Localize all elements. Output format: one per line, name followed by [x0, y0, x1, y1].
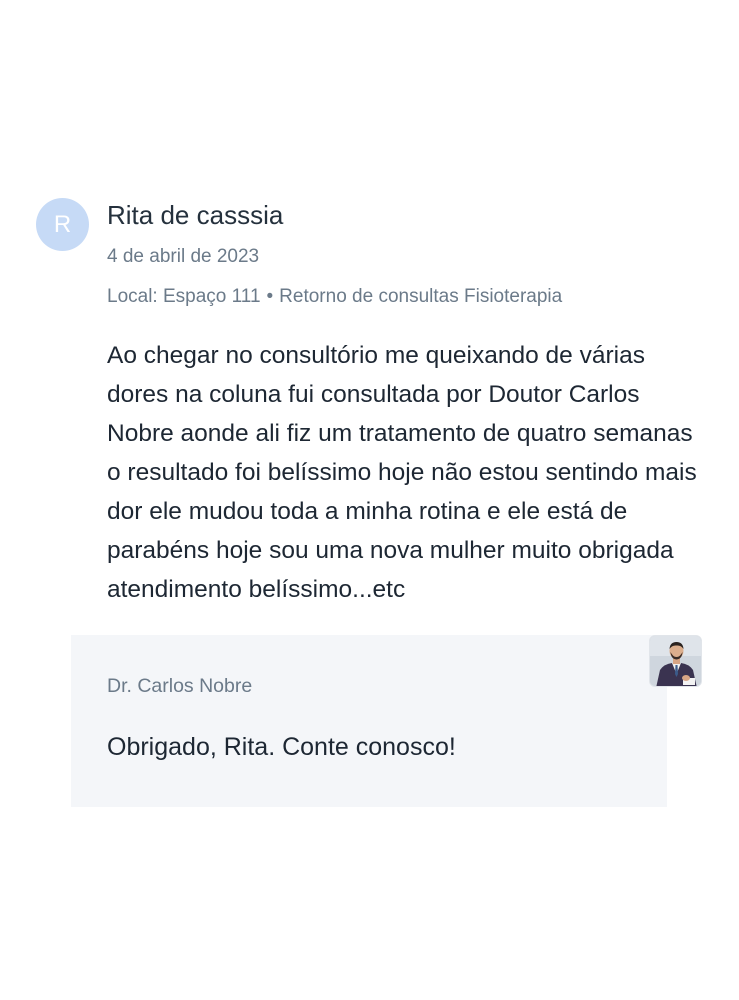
review-card: R Rita de casssia 4 de abril de 2023 Loc…	[0, 0, 739, 1000]
doctor-photo-icon	[649, 635, 702, 687]
review-location: Local: Espaço 111	[107, 286, 261, 307]
avatar-initial: R	[53, 210, 72, 238]
user-avatar: R	[36, 198, 89, 251]
review-text: Ao chegar no consultório me queixando de…	[107, 342, 697, 603]
reply-author: Dr. Carlos Nobre	[107, 675, 253, 697]
review-meta: Local: Espaço 111 • Retorno de consultas F…	[107, 286, 562, 308]
review-date: 4 de abril de 2023	[107, 246, 260, 267]
reply-text: Obrigado, Rita. Conte conosco!	[107, 733, 456, 761]
doctor-reply: Dr. Carlos Nobre Obrigado, Rita. Conte c…	[71, 635, 667, 807]
meta-separator: •	[266, 286, 274, 307]
review-service: Retorno de consultas Fisioterapia	[279, 286, 563, 307]
review-author: Rita de casssia	[107, 200, 284, 230]
